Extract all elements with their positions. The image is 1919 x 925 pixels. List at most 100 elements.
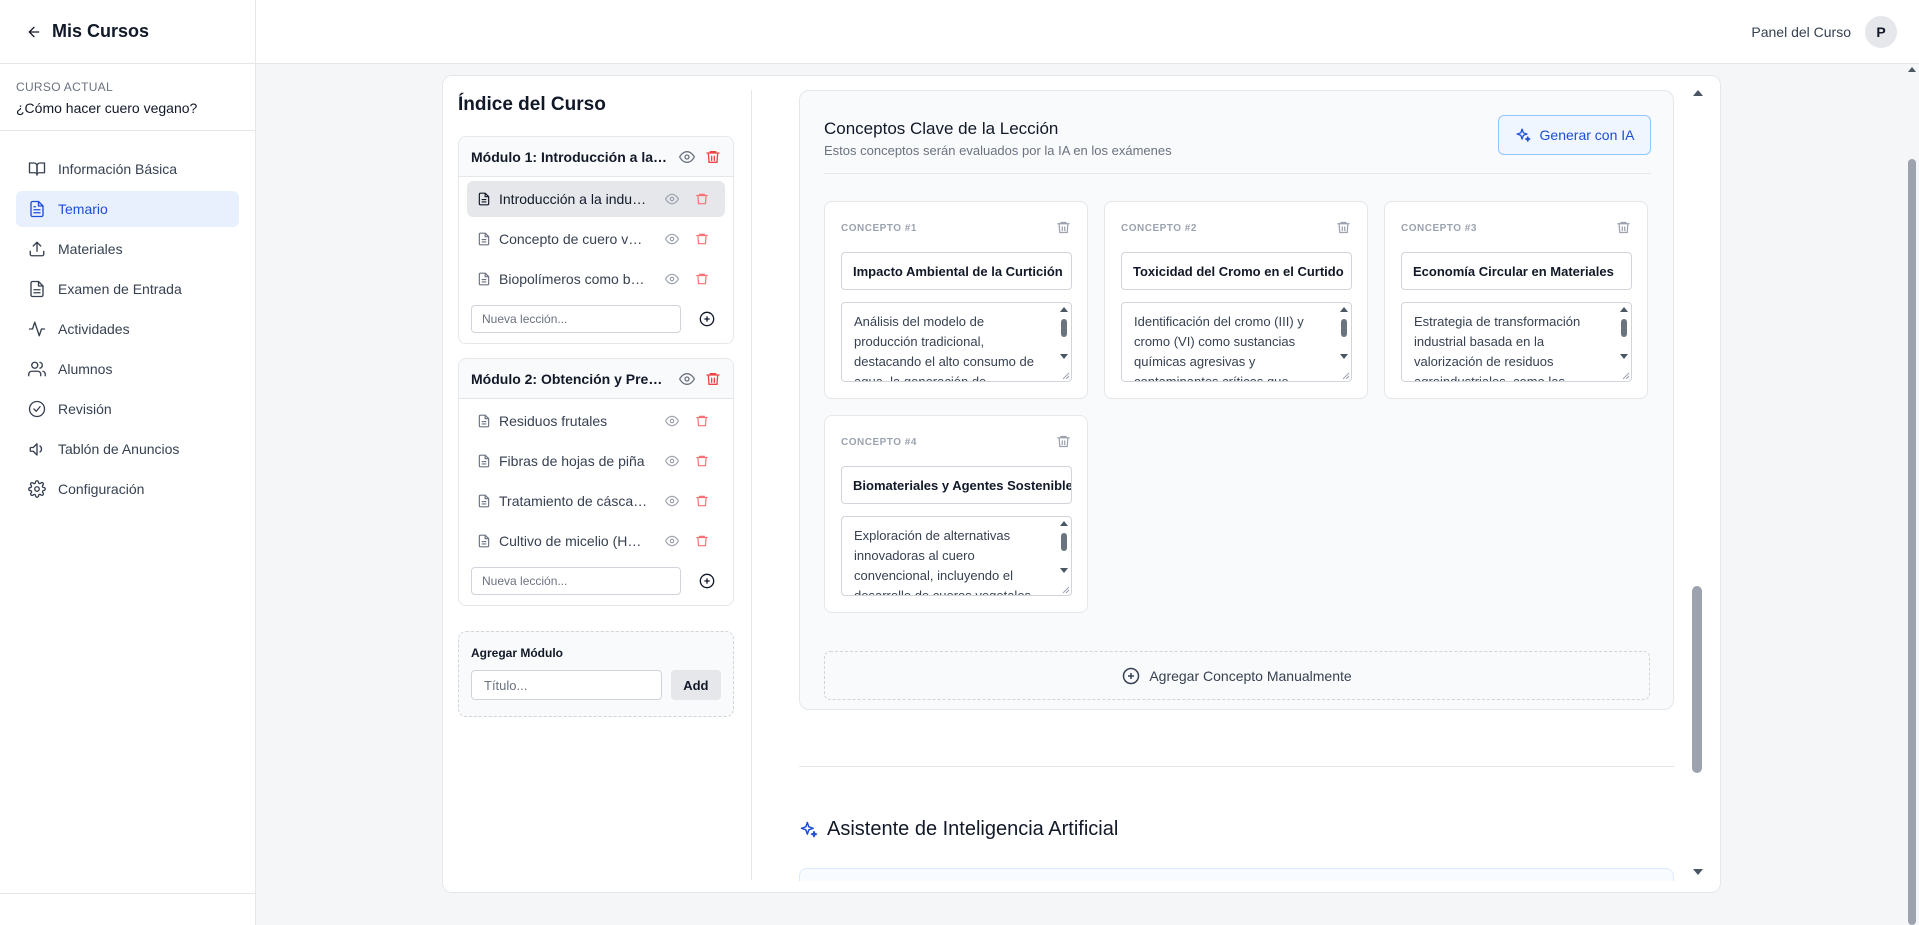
scroll-down-arrow[interactable]: [1693, 869, 1703, 875]
scroll-thumb[interactable]: [1692, 586, 1702, 773]
new-lesson-row: [459, 563, 733, 605]
document-icon: [30, 280, 44, 298]
sidebar-item-label: Actividades: [58, 321, 130, 337]
page-scrollbar[interactable]: [1905, 63, 1919, 925]
sidebar-item-examen-de-entrada[interactable]: Examen de Entrada: [16, 271, 239, 307]
concept-title-input[interactable]: Economía Circular en Materiales: [1401, 252, 1632, 290]
trash-icon[interactable]: [695, 232, 709, 246]
sidebar-item-label: Tablón de Anuncios: [58, 441, 180, 457]
module-header[interactable]: Módulo 2: Obtención y Preparación: [459, 359, 733, 399]
trash-icon[interactable]: [695, 534, 709, 548]
concept-description-textarea[interactable]: Análisis del modelo de producción tradic…: [841, 302, 1072, 382]
scroll-up-arrow[interactable]: [1693, 90, 1703, 96]
scroll-thumb[interactable]: [1908, 159, 1916, 925]
concept-title-input[interactable]: Biomateriales y Agentes Sostenibles: [841, 466, 1072, 504]
resize-grip-icon[interactable]: [1060, 584, 1070, 594]
resize-grip-icon[interactable]: [1060, 370, 1070, 380]
eye-icon[interactable]: [665, 494, 679, 508]
back-label: Mis Cursos: [52, 21, 150, 41]
trash-icon[interactable]: [1616, 220, 1631, 235]
activity-icon: [28, 321, 46, 337]
document-icon: [30, 200, 44, 218]
concept-title-input[interactable]: Impacto Ambiental de la Curtición: [841, 252, 1072, 290]
eye-icon[interactable]: [665, 534, 679, 548]
file-text-icon: [478, 454, 490, 468]
trash-icon[interactable]: [1056, 220, 1071, 235]
plus-circle-icon[interactable]: [699, 311, 715, 327]
concept-card: CONCEPTO #2 Toxicidad del Cromo en el Cu…: [1104, 201, 1368, 399]
avatar[interactable]: P: [1865, 15, 1897, 48]
module-card: Módulo 1: Introducción a la industria In…: [458, 136, 734, 344]
concept-card: CONCEPTO #4 Biomateriales y Agentes Sost…: [824, 415, 1088, 613]
concept-description-textarea[interactable]: Estrategia de transformación industrial …: [1401, 302, 1632, 382]
textarea-scrollbar[interactable]: [1338, 305, 1350, 379]
add-module-label: Agregar Módulo: [471, 646, 563, 660]
sidebar-item-label: Configuración: [58, 481, 145, 497]
lesson-item[interactable]: Residuos frutales: [467, 403, 725, 439]
sidebar-item-temario[interactable]: Temario: [16, 191, 239, 227]
lesson-title: Biopolímeros como base: [499, 271, 649, 287]
ai-assistant-heading: Asistente de Inteligencia Artificial: [799, 818, 1118, 841]
eye-icon[interactable]: [665, 454, 679, 468]
trash-icon[interactable]: [1056, 434, 1071, 449]
module-header[interactable]: Módulo 1: Introducción a la industria: [459, 137, 733, 177]
sidebar-item-tablon-de-anuncios[interactable]: Tablón de Anuncios: [16, 431, 239, 467]
plus-circle-icon[interactable]: [699, 573, 715, 589]
new-lesson-input[interactable]: [471, 567, 681, 595]
sidebar-item-materiales[interactable]: Materiales: [16, 231, 239, 267]
textarea-scrollbar[interactable]: [1058, 519, 1070, 593]
concept-description-textarea[interactable]: Identificación del cromo (III) y cromo (…: [1121, 302, 1352, 382]
module-title-input[interactable]: [471, 670, 662, 700]
sidebar-item-actividades[interactable]: Actividades: [16, 311, 239, 347]
sidebar-item-revision[interactable]: Revisión: [16, 391, 239, 427]
course-editor-card: Índice del Curso Módulo 1: Introducción …: [442, 75, 1721, 893]
lesson-item[interactable]: Biopolímeros como base: [467, 261, 725, 297]
resize-grip-icon[interactable]: [1620, 370, 1630, 380]
add-module-button[interactable]: Add: [670, 670, 721, 700]
key-concepts-subtitle: Estos conceptos serán evaluados por la I…: [824, 143, 1172, 158]
eye-icon[interactable]: [665, 192, 679, 206]
textarea-scrollbar[interactable]: [1618, 305, 1630, 379]
eye-icon[interactable]: [665, 232, 679, 246]
panel-divider: [751, 90, 752, 880]
trash-icon[interactable]: [1336, 220, 1351, 235]
sidebar-item-configuracion[interactable]: Configuración: [16, 471, 239, 507]
eye-icon[interactable]: [665, 272, 679, 286]
plus-circle-icon: [1123, 667, 1140, 684]
new-lesson-row: [459, 301, 733, 343]
generate-with-ai-button[interactable]: Generar con IA: [1498, 115, 1651, 155]
back-to-courses-link[interactable]: Mis Cursos: [0, 0, 255, 64]
ai-assistant-title: Asistente de Inteligencia Artificial: [827, 818, 1119, 840]
lesson-item[interactable]: Cultivo de micelio (Hongos): [467, 523, 725, 559]
trash-icon[interactable]: [705, 149, 721, 165]
lesson-item[interactable]: Fibras de hojas de piña: [467, 443, 725, 479]
new-lesson-input[interactable]: [471, 305, 681, 333]
add-module-panel: Agregar Módulo Add: [458, 631, 734, 717]
trash-icon[interactable]: [695, 494, 709, 508]
lesson-item[interactable]: Concepto de cuero vegano: [467, 221, 725, 257]
trash-icon[interactable]: [695, 454, 709, 468]
concept-title-input[interactable]: Toxicidad del Cromo en el Curtido: [1121, 252, 1352, 290]
lesson-item[interactable]: Introducción a la industria: [467, 181, 725, 217]
file-text-icon: [478, 414, 490, 428]
eye-icon[interactable]: [679, 149, 695, 165]
concept-description-textarea[interactable]: Exploración de alternativas innovadoras …: [841, 516, 1072, 596]
eye-icon[interactable]: [679, 371, 695, 387]
sidebar-item-informacion-basica[interactable]: Información Básica: [16, 151, 239, 187]
scroll-up-arrow[interactable]: [1908, 67, 1916, 72]
resize-grip-icon[interactable]: [1340, 370, 1350, 380]
concept-number: CONCEPTO #3: [1401, 223, 1477, 234]
textarea-scrollbar[interactable]: [1058, 305, 1070, 379]
sidebar-item-alumnos[interactable]: Alumnos: [16, 351, 239, 387]
eye-icon[interactable]: [665, 414, 679, 428]
trash-icon[interactable]: [705, 371, 721, 387]
add-concept-manually-button[interactable]: Agregar Concepto Manualmente: [824, 651, 1650, 700]
trash-icon[interactable]: [695, 192, 709, 206]
trash-icon[interactable]: [695, 272, 709, 286]
concept-description-text: Análisis del modelo de producción tradic…: [854, 314, 1034, 382]
trash-icon[interactable]: [695, 414, 709, 428]
sparkles-icon: [1516, 127, 1531, 142]
lesson-item[interactable]: Tratamiento de cáscaras: [467, 483, 725, 519]
content-scrollbar[interactable]: [1690, 90, 1704, 875]
lesson-title: Fibras de hojas de piña: [499, 453, 645, 469]
